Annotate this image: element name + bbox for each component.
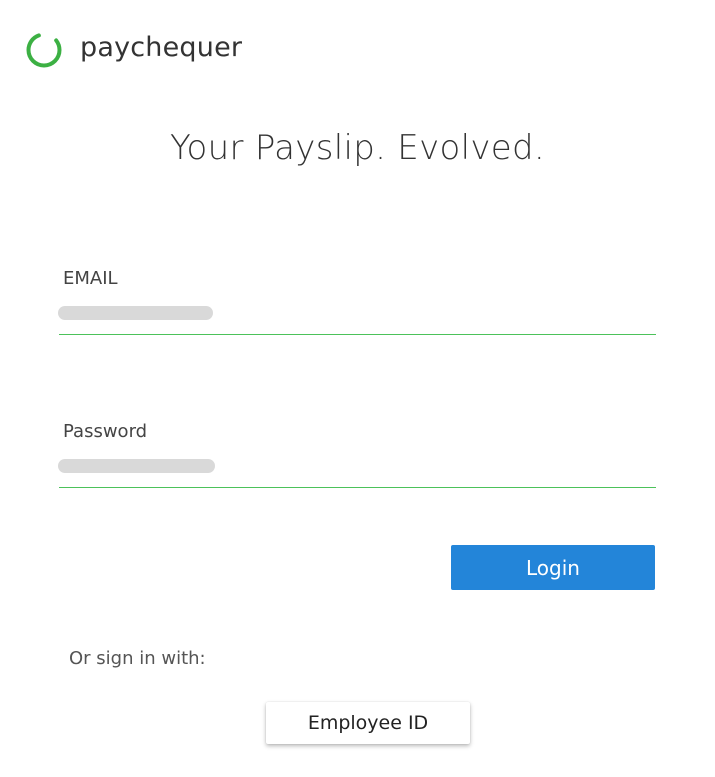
circle-arc-logo-icon (26, 32, 62, 68)
login-button[interactable]: Login (451, 545, 655, 590)
password-field[interactable] (59, 449, 656, 485)
brand-logo: paychequer (24, 30, 242, 70)
email-underline (59, 334, 656, 335)
brand-name: paychequer (80, 32, 243, 63)
email-field[interactable] (59, 296, 656, 332)
alt-signin-label: Or sign in with: (69, 648, 206, 669)
password-label: Password (63, 421, 148, 442)
password-underline (59, 487, 656, 488)
page-title: Your Payslip. Evolved. (169, 128, 545, 168)
employee-id-button[interactable]: Employee ID (266, 702, 470, 744)
email-label: EMAIL (63, 268, 118, 289)
